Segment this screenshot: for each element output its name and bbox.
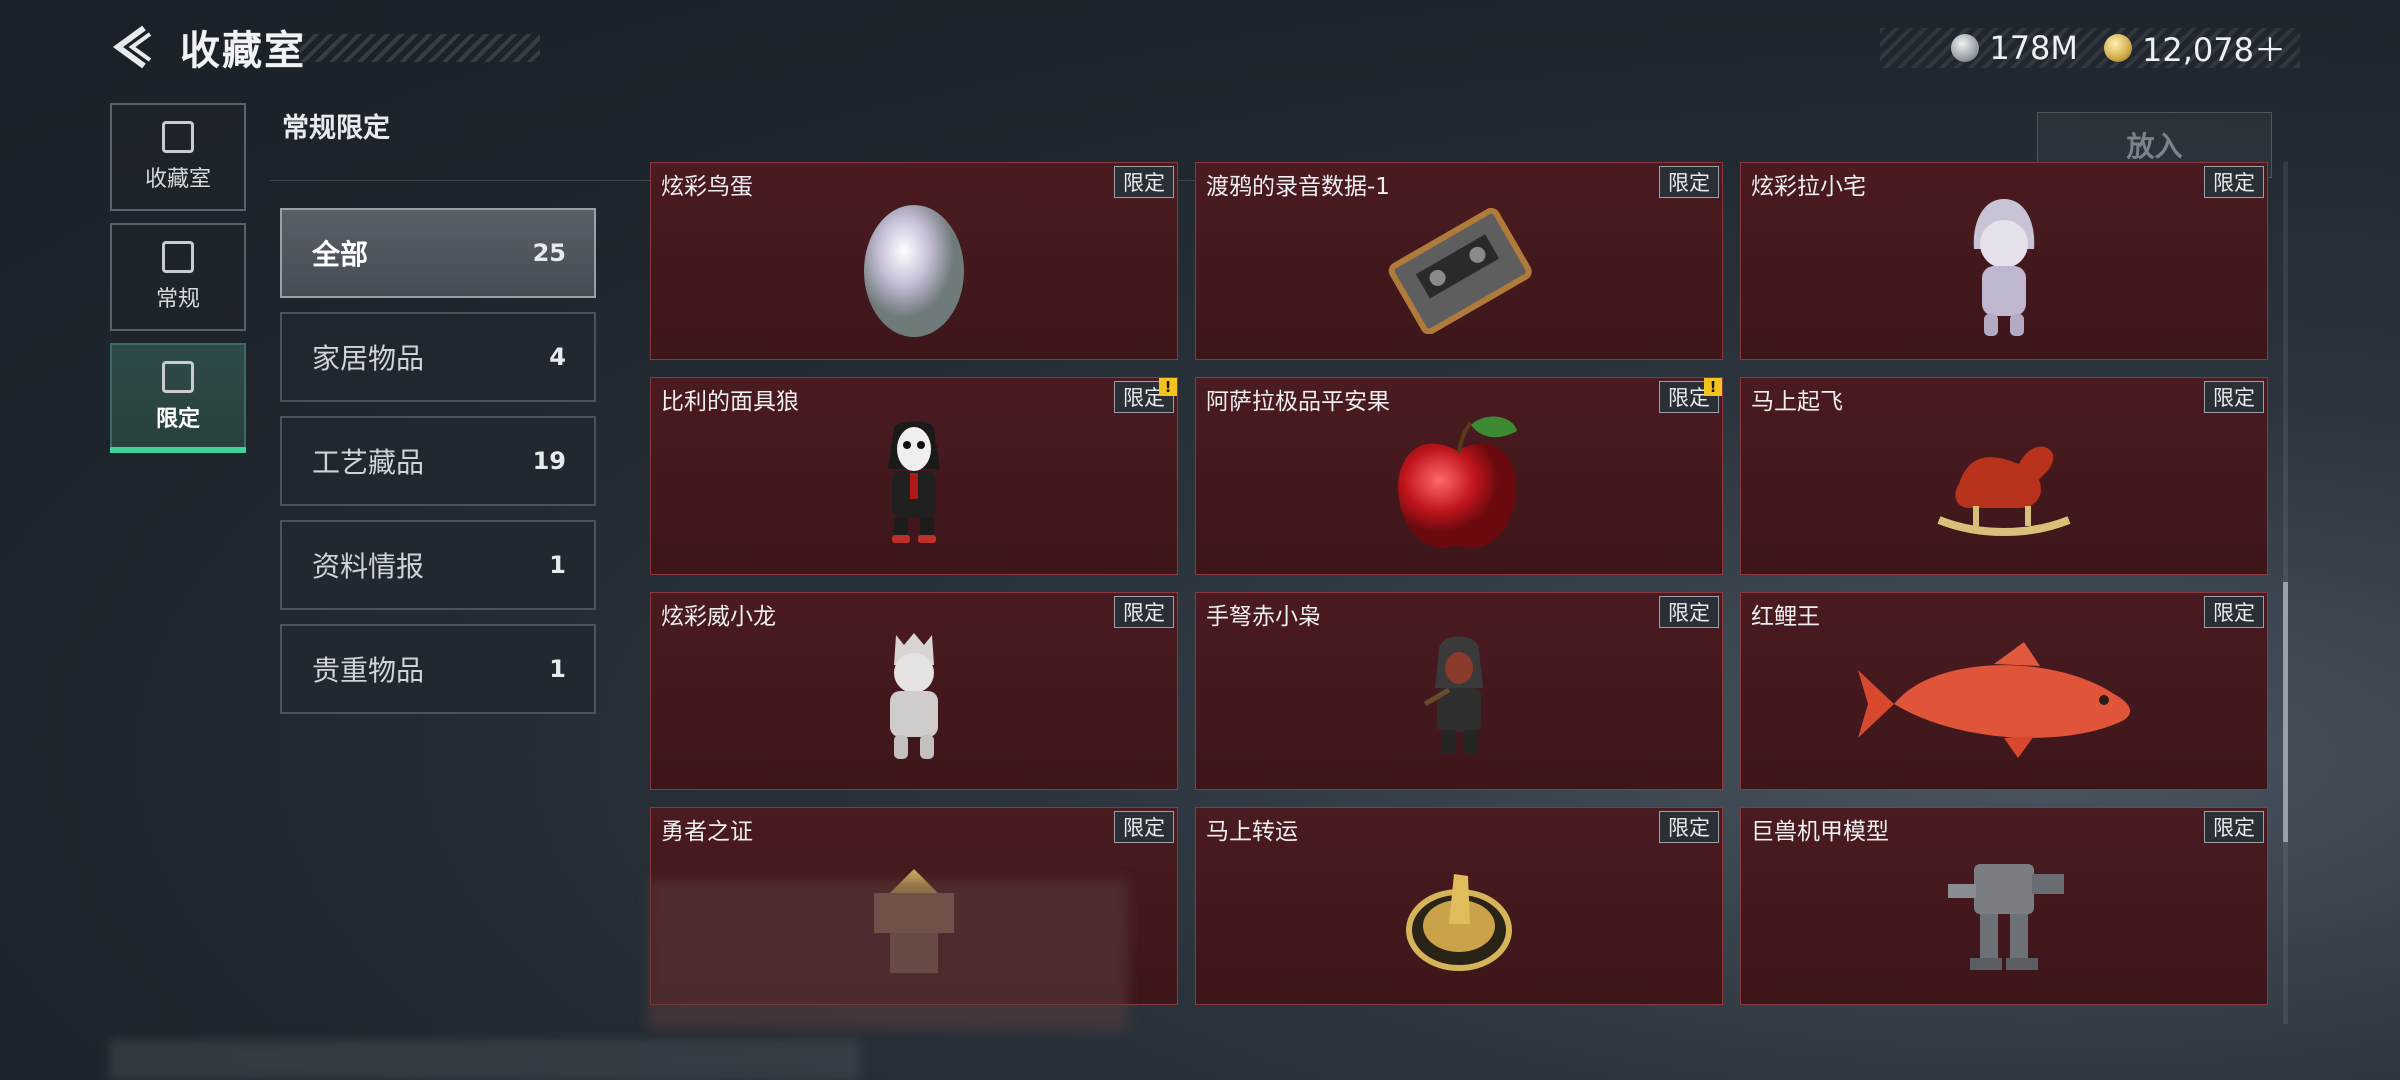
item-card[interactable]: 马上起飞 限定 [1740,377,2268,575]
puppet-icon [874,419,954,553]
warning-icon: ! [1159,378,1177,396]
gold-coin-icon [2104,34,2133,62]
category-count: 4 [549,343,566,371]
category-label: 工艺藏品 [312,446,425,479]
item-card[interactable]: 巨兽机甲模型 限定 [1740,807,2268,1005]
limited-tag: 限定 [2204,381,2264,413]
redacted-region [110,1040,860,1080]
limited-tag: 限定 [2204,166,2264,198]
category-count: 1 [549,551,566,579]
cassette-icon [1384,204,1534,338]
item-name: 勇者之证 [661,819,753,845]
item-card[interactable]: 炫彩鸟蛋 限定 [650,162,1178,360]
item-name: 马上转运 [1206,819,1298,845]
category-valuables[interactable]: 贵重物品 1 [280,624,596,714]
limited-icon [162,361,194,393]
carp-icon [1854,634,2154,768]
item-card[interactable]: 阿萨拉极品平安果 限定 ! [1195,377,1723,575]
scrollbar[interactable] [2283,162,2288,1024]
category-label: 资料情报 [312,550,425,583]
regular-icon [162,241,194,273]
category-count: 19 [532,447,566,475]
scrollbar-thumb[interactable] [2283,582,2288,842]
category-count: 25 [532,239,566,267]
category-craft[interactable]: 工艺藏品 19 [280,416,596,506]
side-nav: 收藏室 常规 限定 [110,103,246,463]
top-bar: 收藏室 178M 12,078＋ [0,0,2400,100]
item-card[interactable]: 马上转运 限定 [1195,807,1723,1005]
rocking-horse-icon [1929,424,2079,548]
category-count: 1 [549,655,566,683]
limited-tag: 限定 [1659,166,1719,198]
redacted-region [648,880,1128,1030]
apple-icon [1389,409,1529,563]
category-all[interactable]: 全部 25 [280,208,596,298]
sidenav-item-limited[interactable]: 限定 [110,343,246,453]
item-name: 炫彩拉小宅 [1751,174,1866,200]
sidenav-item-collection[interactable]: 收藏室 [110,103,246,211]
warning-icon: ! [1704,378,1722,396]
limited-tag: 限定 [1659,811,1719,843]
category-list: 全部 25 家居物品 4 工艺藏品 19 资料情报 1 贵重物品 1 [280,208,596,728]
item-name: 马上起飞 [1751,389,1843,415]
item-card[interactable]: 比利的面具狼 限定 ! [650,377,1178,575]
category-intel[interactable]: 资料情报 1 [280,520,596,610]
limited-tag: 限定 [2204,811,2264,843]
item-card[interactable]: 渡鸦的录音数据-1 限定 [1195,162,1723,360]
collection-icon [162,121,194,153]
category-label: 全部 [312,238,369,271]
item-card[interactable]: 红鲤王 限定 [1740,592,2268,790]
item-name: 手弩赤小枭 [1206,604,1321,630]
category-label: 家居物品 [312,342,425,375]
figure-icon [874,629,954,773]
currency-gold-value: 12,078＋ [2142,31,2286,69]
category-label: 贵重物品 [312,654,425,687]
sidenav-label: 常规 [155,287,200,312]
silver-coin-icon [1951,34,1980,62]
item-name: 炫彩鸟蛋 [661,174,753,200]
page-title: 收藏室 [180,28,306,74]
sidenav-label: 限定 [155,407,200,432]
mech-icon [1934,844,2074,988]
back-arrow-icon[interactable] [110,22,158,72]
limited-tag: 限定 [1114,811,1174,843]
item-card[interactable]: 炫彩威小龙 限定 [650,592,1178,790]
item-card[interactable]: 炫彩拉小宅 限定 [1740,162,2268,360]
currency-silver-value: 178M [1989,29,2079,67]
item-name: 红鲤王 [1751,604,1820,630]
currency-bar: 178M 12,078＋ [1880,25,2300,71]
limited-tag: 限定 [1114,166,1174,198]
section-title: 常规限定 [282,113,390,144]
currency-gold[interactable]: 12,078＋ [2104,25,2286,71]
item-name: 渡鸦的录音数据-1 [1206,174,1390,200]
sidenav-item-regular[interactable]: 常规 [110,223,246,331]
item-card[interactable]: 手弩赤小枭 限定 [1195,592,1723,790]
title-decoration [300,34,540,62]
limited-tag: 限定 [2204,596,2264,628]
item-name: 巨兽机甲模型 [1751,819,1889,845]
currency-silver[interactable]: 178M [1951,29,2078,67]
hooded-figure-icon [1419,634,1499,768]
egg-icon [859,199,969,343]
limited-tag: 限定 [1659,596,1719,628]
category-home[interactable]: 家居物品 4 [280,312,596,402]
sidenav-label: 收藏室 [144,167,211,192]
item-name: 阿萨拉极品平安果 [1206,389,1390,415]
item-name: 炫彩威小龙 [661,604,776,630]
item-name: 比利的面具狼 [661,389,799,415]
coin-medallion-icon [1404,854,1514,978]
doll-icon [1964,194,2044,348]
limited-tag: 限定 [1114,596,1174,628]
